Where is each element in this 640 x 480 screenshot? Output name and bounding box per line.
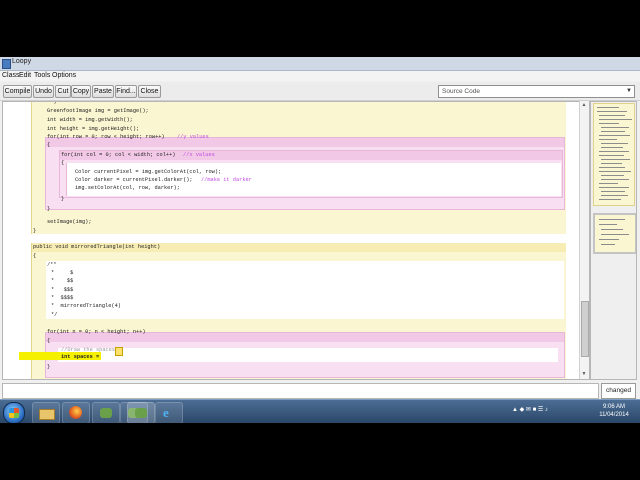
menu-edit[interactable]: Edit	[19, 72, 31, 79]
video-letterbox-top	[0, 0, 640, 57]
chevron-down-icon: ▼	[626, 88, 632, 94]
view-select-value: Source Code	[442, 88, 480, 95]
greenfoot-icon[interactable]	[92, 402, 120, 423]
code-line: }	[61, 196, 65, 202]
greenfoot-icon[interactable]	[127, 402, 155, 423]
code-line: Color currentPixel = img.getColorAt(col,…	[75, 169, 222, 175]
code-line: Color darker = currentPixel.darker();	[75, 177, 193, 183]
code-line: for(int n = 0; n < height; n++)	[47, 329, 146, 335]
doc-line: * $$$	[51, 287, 74, 293]
minimap-viewport[interactable]	[593, 213, 636, 254]
ie-icon[interactable]: e	[155, 402, 183, 423]
code-editor[interactable]: */ GreenfootImage img = getImage(); int …	[2, 101, 590, 380]
doc-line: * $	[51, 270, 74, 276]
find-button[interactable]: Find...	[115, 85, 137, 98]
for-loop-n-body	[58, 348, 558, 362]
code-minimap[interactable]	[590, 101, 637, 380]
windows-taskbar: e ▲ ◆ ✉ ■ ☰ ♪ 9:06 AM 11/04/2014	[0, 399, 640, 423]
paste-button[interactable]: Paste	[92, 85, 114, 98]
title-bar[interactable]: Loopy	[0, 57, 640, 71]
video-letterbox-bottom	[0, 423, 640, 480]
folder-icon[interactable]	[32, 402, 60, 423]
code-line: }	[47, 364, 51, 370]
for-loop-n-block	[45, 332, 565, 378]
code-line: int width = img.getWidth();	[47, 117, 133, 123]
changed-status-button[interactable]: changed	[601, 383, 636, 399]
cut-button[interactable]: Cut	[55, 85, 71, 98]
doc-line: /**	[47, 262, 57, 268]
text-caret	[115, 347, 123, 356]
clock-date: 11/04/2014	[599, 412, 629, 418]
code-line: */	[51, 101, 58, 106]
compile-button[interactable]: Compile	[3, 85, 32, 98]
menu-options[interactable]: Options	[52, 72, 76, 79]
code-line: public void mirroredTriangle(int height)	[33, 244, 161, 250]
menu-class[interactable]: Class	[2, 72, 20, 79]
close-button[interactable]: Close	[138, 85, 161, 98]
doc-line: * mirroredTriangle(4)	[51, 303, 121, 309]
taskbar-clock[interactable]: 9:06 AM 11/04/2014	[596, 403, 632, 419]
code-comment: //x values	[183, 152, 215, 158]
code-line: GreenfootImage img = getImage();	[47, 108, 149, 114]
editor-scrollbar[interactable]: ▲ ▼	[579, 101, 589, 379]
code-line: }	[33, 228, 37, 234]
system-tray-icons[interactable]: ▲ ◆ ✉ ■ ☰ ♪	[512, 406, 548, 413]
doc-line: * $$	[51, 278, 74, 284]
toolbar: Compile Undo Cut Copy Paste Find... Clos…	[0, 82, 640, 101]
menu-bar: Class Edit Tools Options	[0, 71, 640, 81]
copy-button[interactable]: Copy	[71, 85, 91, 98]
doc-comment-block	[46, 261, 564, 319]
scroll-down-icon[interactable]: ▼	[581, 371, 587, 377]
code-line: int height = img.getHeight();	[47, 126, 140, 132]
code-line: for(int row = 0; row < height; row++)	[47, 134, 165, 140]
code-line: setImage(img);	[47, 219, 92, 225]
code-line: for(int col = 0; col < width; col++)	[61, 152, 176, 158]
view-select[interactable]: Source Code ▼	[438, 85, 635, 98]
window-title: Loopy	[12, 58, 32, 65]
undo-button[interactable]: Undo	[33, 85, 54, 98]
code-line: }	[47, 206, 51, 212]
code-line: {	[47, 338, 51, 344]
code-line: {	[33, 253, 37, 259]
code-line: {	[61, 160, 65, 166]
minimap-region	[593, 103, 635, 206]
firefox-icon[interactable]	[62, 402, 90, 423]
start-icon[interactable]	[3, 402, 25, 423]
editor-window: Loopy Class Edit Tools Options Compile U…	[0, 57, 640, 423]
code-line: int spaces =	[61, 354, 103, 360]
menu-tools[interactable]: Tools	[34, 72, 50, 79]
scrollbar-thumb[interactable]	[581, 301, 589, 357]
status-message-field	[2, 383, 599, 399]
code-comment: //y values	[177, 134, 209, 140]
app-icon	[2, 59, 11, 69]
doc-line: */	[51, 312, 58, 318]
clock-time: 9:06 AM	[602, 404, 625, 410]
doc-line: * $$$$	[51, 295, 74, 301]
code-line: {	[47, 142, 51, 148]
scroll-up-icon[interactable]: ▲	[581, 102, 587, 108]
code-line: img.setColorAt(col, row, darker);	[75, 185, 180, 191]
code-comment: //make it darker	[201, 177, 252, 183]
code-comment: //Draw the spaces	[61, 347, 116, 353]
